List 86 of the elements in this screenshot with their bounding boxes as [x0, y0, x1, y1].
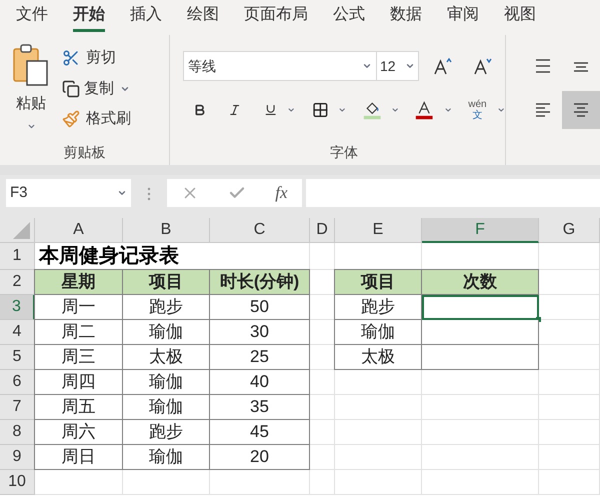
count-cell[interactable] [422, 345, 539, 370]
column-header[interactable]: E [335, 218, 422, 243]
table-cell: 瑜伽 [123, 320, 210, 345]
table-cell: 瑜伽 [123, 395, 210, 420]
column-header[interactable]: D [310, 218, 335, 243]
table-cell: 35 [210, 395, 310, 420]
dropdown-caret-icon[interactable] [117, 188, 127, 198]
header-cell: 次数 [422, 270, 539, 295]
shrink-font-icon[interactable] [473, 57, 493, 75]
row-header[interactable]: 3 [0, 295, 35, 320]
ribbon-tab[interactable]: 审阅 [447, 3, 479, 32]
table-cell: 太极 [123, 345, 210, 370]
row-header[interactable]: 1 [0, 243, 35, 270]
table-cell: 45 [210, 420, 310, 445]
table-cell: 周一 [35, 295, 123, 320]
name-box[interactable]: F3 [6, 179, 131, 207]
column-header[interactable]: F [422, 218, 539, 243]
ribbon-tab[interactable]: 开始 [73, 3, 105, 32]
table-cell: 周四 [35, 370, 123, 395]
copy-icon [62, 80, 80, 98]
table-cell: 50 [210, 295, 310, 320]
align-button[interactable] [562, 91, 600, 129]
row-header[interactable]: 6 [0, 370, 35, 395]
row-header[interactable]: 8 [0, 420, 35, 445]
font-color-icon[interactable] [415, 99, 434, 121]
cut-button[interactable]: 剪切 [62, 47, 131, 70]
table-cell: 瑜伽 [335, 320, 422, 345]
table-cell: 跑步 [335, 295, 422, 320]
table-cell: 周三 [35, 345, 123, 370]
more-options-icon [147, 187, 151, 201]
ribbon-tab[interactable]: 页面布局 [244, 3, 308, 32]
row-header[interactable]: 2 [0, 270, 35, 295]
borders-icon[interactable] [312, 100, 328, 120]
count-cell[interactable] [422, 295, 539, 320]
paintbrush-icon [62, 110, 80, 128]
group-label: 字体 [330, 142, 358, 162]
ribbon-tab[interactable]: 文件 [16, 3, 48, 32]
underline-icon[interactable] [264, 102, 278, 118]
table-cell: 太极 [335, 345, 422, 370]
font-size-field[interactable]: 12 [377, 51, 419, 81]
column-header[interactable]: B [123, 218, 210, 243]
column-header[interactable]: C [210, 218, 310, 243]
dropdown-caret-icon[interactable] [362, 61, 372, 71]
table-cell: 40 [210, 370, 310, 395]
column-header[interactable]: G [539, 218, 600, 243]
font-name-field[interactable]: 等线 [183, 51, 377, 81]
table-cell: 跑步 [123, 295, 210, 320]
italic-icon[interactable] [228, 102, 242, 118]
header-cell: 项目 [335, 270, 422, 295]
ribbon-tab[interactable]: 绘图 [187, 3, 219, 32]
row-header[interactable]: 10 [0, 470, 35, 495]
table-cell: 跑步 [123, 420, 210, 445]
clipboard-icon [11, 43, 51, 87]
grow-font-icon[interactable] [433, 57, 453, 75]
table-cell: 周日 [35, 445, 123, 470]
table-cell: 30 [210, 320, 310, 345]
bold-icon[interactable] [193, 102, 206, 118]
group-label: 剪贴板 [64, 142, 106, 162]
table-cell: 周二 [35, 320, 123, 345]
scissors-icon [62, 49, 80, 68]
formula-input[interactable] [306, 179, 600, 207]
header-cell: 项目 [123, 270, 210, 295]
ribbon-tab[interactable]: 视图 [504, 3, 536, 32]
phonetic-guide-button[interactable]: wén 文 [468, 99, 487, 121]
header-cell: 星期 [35, 270, 123, 295]
table-cell: 瑜伽 [123, 370, 210, 395]
row-header[interactable]: 7 [0, 395, 35, 420]
ribbon-tab[interactable]: 数据 [390, 3, 422, 32]
table-cell: 周六 [35, 420, 123, 445]
copy-button[interactable]: 复制 [62, 78, 114, 100]
ribbon-tab[interactable]: 插入 [130, 3, 162, 32]
count-cell[interactable] [422, 320, 539, 345]
table-cell: 瑜伽 [123, 445, 210, 470]
row-header[interactable]: 5 [0, 345, 35, 370]
format-painter-button[interactable]: 格式刷 [62, 108, 131, 130]
row-header[interactable]: 9 [0, 445, 35, 470]
dropdown-caret-icon[interactable] [405, 61, 415, 71]
column-header[interactable]: A [35, 218, 123, 243]
paste-button[interactable]: 粘贴 [0, 43, 62, 143]
insert-function-button[interactable]: fx [275, 180, 288, 206]
table-cell: 周五 [35, 395, 123, 420]
header-cell: 时长(分钟) [210, 270, 310, 295]
ribbon-tab[interactable]: 公式 [333, 3, 365, 32]
table-cell: 20 [210, 445, 310, 470]
row-header[interactable]: 4 [0, 320, 35, 345]
table-cell: 25 [210, 345, 310, 370]
